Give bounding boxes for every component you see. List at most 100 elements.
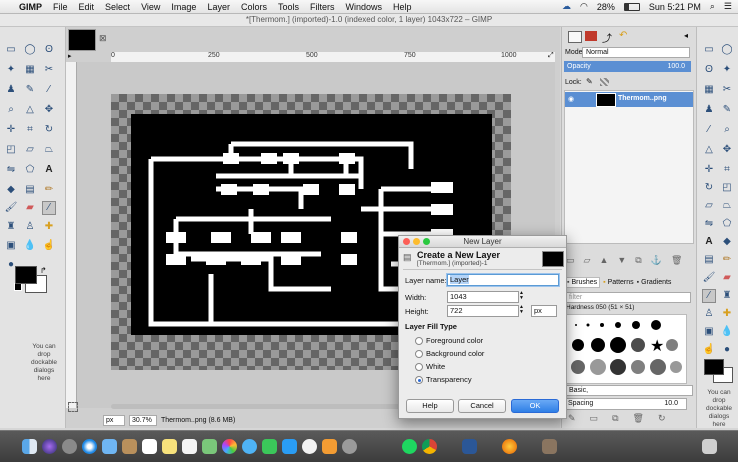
new-brush-icon[interactable]: ▭ (590, 413, 599, 424)
tab-patterns[interactable]: ▪ Patterns (603, 279, 634, 286)
width-stepper[interactable]: ▲ ▼ (519, 291, 525, 301)
color-picker-icon[interactable]: ⁄ (42, 83, 56, 97)
height-stepper[interactable]: ▲ ▼ (519, 305, 525, 315)
anchor-layer-icon[interactable]: ⚓ (651, 255, 662, 267)
align-icon[interactable]: ✛ (702, 163, 716, 177)
radio-background[interactable] (415, 350, 423, 358)
mode-select[interactable]: Normal (582, 47, 690, 58)
clone-icon[interactable]: ♙ (702, 307, 716, 321)
paths-tab-icon[interactable]: ⤴ (602, 30, 612, 45)
zoom-fit-button[interactable]: ⤢ (548, 52, 558, 62)
opacity-slider[interactable]: Opacity 100.0 (564, 61, 691, 72)
fuzzy-select-icon[interactable]: ✦ (720, 63, 734, 77)
safari-icon[interactable] (82, 439, 97, 454)
unit-select[interactable]: px (103, 414, 125, 426)
color-picker-icon[interactable]: ⁄ (702, 123, 716, 137)
flip-icon[interactable]: ⇋ (4, 163, 18, 177)
text-icon[interactable]: A (702, 235, 716, 249)
clock[interactable]: Sun 5:21 PM (649, 2, 701, 12)
image-thumbnail[interactable] (68, 29, 96, 51)
eraser-icon[interactable]: ▰ (23, 201, 37, 215)
layer-group-icon[interactable]: ▱ (584, 255, 591, 267)
blur-icon[interactable]: 💧 (720, 325, 734, 339)
foreground-select-icon[interactable]: ♟ (702, 103, 716, 117)
bucket-fill-icon[interactable]: ◆ (720, 235, 734, 249)
paths-icon[interactable]: ✎ (720, 103, 734, 117)
tab-brushes[interactable]: ▪ Brushes (564, 277, 601, 288)
move-icon[interactable]: ✥ (42, 103, 56, 117)
scissors-icon[interactable]: ✂ (42, 63, 56, 77)
scissors-icon[interactable]: ✂ (720, 83, 734, 97)
close-tab-icon[interactable]: ⊠ (99, 33, 107, 44)
layers-tab-icon[interactable] (568, 31, 582, 43)
height-input[interactable]: 722 (447, 305, 519, 317)
finder-icon[interactable] (22, 439, 37, 454)
lock-alpha-icon[interactable] (600, 78, 609, 86)
refresh-brushes-icon[interactable]: ↻ (658, 413, 666, 424)
text-icon[interactable]: A (42, 163, 56, 177)
lock-pixels-icon[interactable]: ✎ (586, 77, 593, 86)
crop-icon[interactable]: ⌗ (720, 163, 734, 177)
scale-icon[interactable]: ◰ (720, 181, 734, 195)
default-colors-icon[interactable] (14, 283, 22, 291)
pencil-icon[interactable]: ✏ (720, 253, 734, 267)
spotify-icon[interactable] (402, 439, 417, 454)
radio-transparency[interactable] (415, 376, 423, 384)
shear-icon[interactable]: ▱ (23, 143, 37, 157)
duplicate-layer-icon[interactable]: ⧉ (635, 255, 641, 267)
foreground-select-icon[interactable]: ♟ (4, 83, 18, 97)
close-button[interactable] (403, 238, 410, 245)
heal-icon[interactable]: ✚ (42, 220, 56, 234)
battery-icon[interactable] (623, 2, 640, 11)
paintbrush-icon[interactable]: 🖌 (702, 271, 716, 285)
eraser-icon[interactable]: ▰ (720, 271, 734, 285)
contacts-icon[interactable] (122, 439, 137, 454)
itunes-icon[interactable] (302, 439, 317, 454)
menu-select[interactable]: Select (105, 2, 130, 12)
menu-view[interactable]: View (141, 2, 160, 12)
mail-icon[interactable] (102, 439, 117, 454)
align-icon[interactable]: ✛ (4, 123, 18, 137)
foreground-color[interactable] (15, 266, 37, 284)
rotate-icon[interactable]: ↻ (42, 123, 56, 137)
airbrush-icon[interactable]: ⁄ (702, 289, 716, 303)
color-select-icon[interactable]: ▦ (702, 83, 716, 97)
color-select-icon[interactable]: ▦ (23, 63, 37, 77)
new-layer-icon[interactable]: ▭ (566, 255, 575, 267)
layer-name-input[interactable]: Layer (447, 274, 559, 286)
scale-icon[interactable]: ◰ (4, 143, 18, 157)
foreground-color[interactable] (704, 359, 724, 375)
menu-filters[interactable]: Filters (310, 2, 335, 12)
word-icon[interactable] (462, 439, 477, 454)
lower-layer-icon[interactable]: ▼ (617, 255, 626, 267)
menu-tools[interactable]: Tools (278, 2, 299, 12)
gimp-icon[interactable] (542, 439, 557, 454)
ink-icon[interactable]: ♜ (4, 220, 18, 234)
perspective-clone-icon[interactable]: ▣ (702, 325, 716, 339)
unit-select[interactable]: px (531, 305, 557, 317)
chrome-icon[interactable] (422, 439, 437, 454)
wifi-icon[interactable]: ◠ (580, 1, 588, 12)
brush-preset-select[interactable]: Basic, (565, 385, 693, 396)
menu-edit[interactable]: Edit (79, 2, 95, 12)
ellipse-select-icon[interactable]: ◯ (720, 43, 734, 57)
radio-foreground[interactable] (415, 337, 423, 345)
photos-icon[interactable] (222, 439, 237, 454)
minimize-button[interactable] (413, 238, 420, 245)
spotlight-icon[interactable]: ⌕ (710, 1, 715, 12)
ibooks-icon[interactable] (322, 439, 337, 454)
siri-icon[interactable] (42, 439, 57, 454)
clone-icon[interactable]: ♙ (23, 220, 37, 234)
ellipse-select-icon[interactable]: ◯ (23, 43, 37, 57)
dodge-burn-icon[interactable]: ● (720, 343, 734, 357)
rect-select-icon[interactable]: ▭ (702, 43, 716, 57)
messages-icon[interactable] (242, 439, 257, 454)
width-input[interactable]: 1043 (447, 291, 519, 303)
channels-tab-icon[interactable] (585, 31, 597, 41)
measure-icon[interactable]: △ (702, 143, 716, 157)
heal-icon[interactable]: ✚ (720, 307, 734, 321)
free-select-icon[interactable]: ʘ (42, 43, 56, 57)
flip-icon[interactable]: ⇋ (702, 217, 716, 231)
dock-menu-icon[interactable]: ◂ (684, 31, 688, 40)
reminders-icon[interactable] (182, 439, 197, 454)
